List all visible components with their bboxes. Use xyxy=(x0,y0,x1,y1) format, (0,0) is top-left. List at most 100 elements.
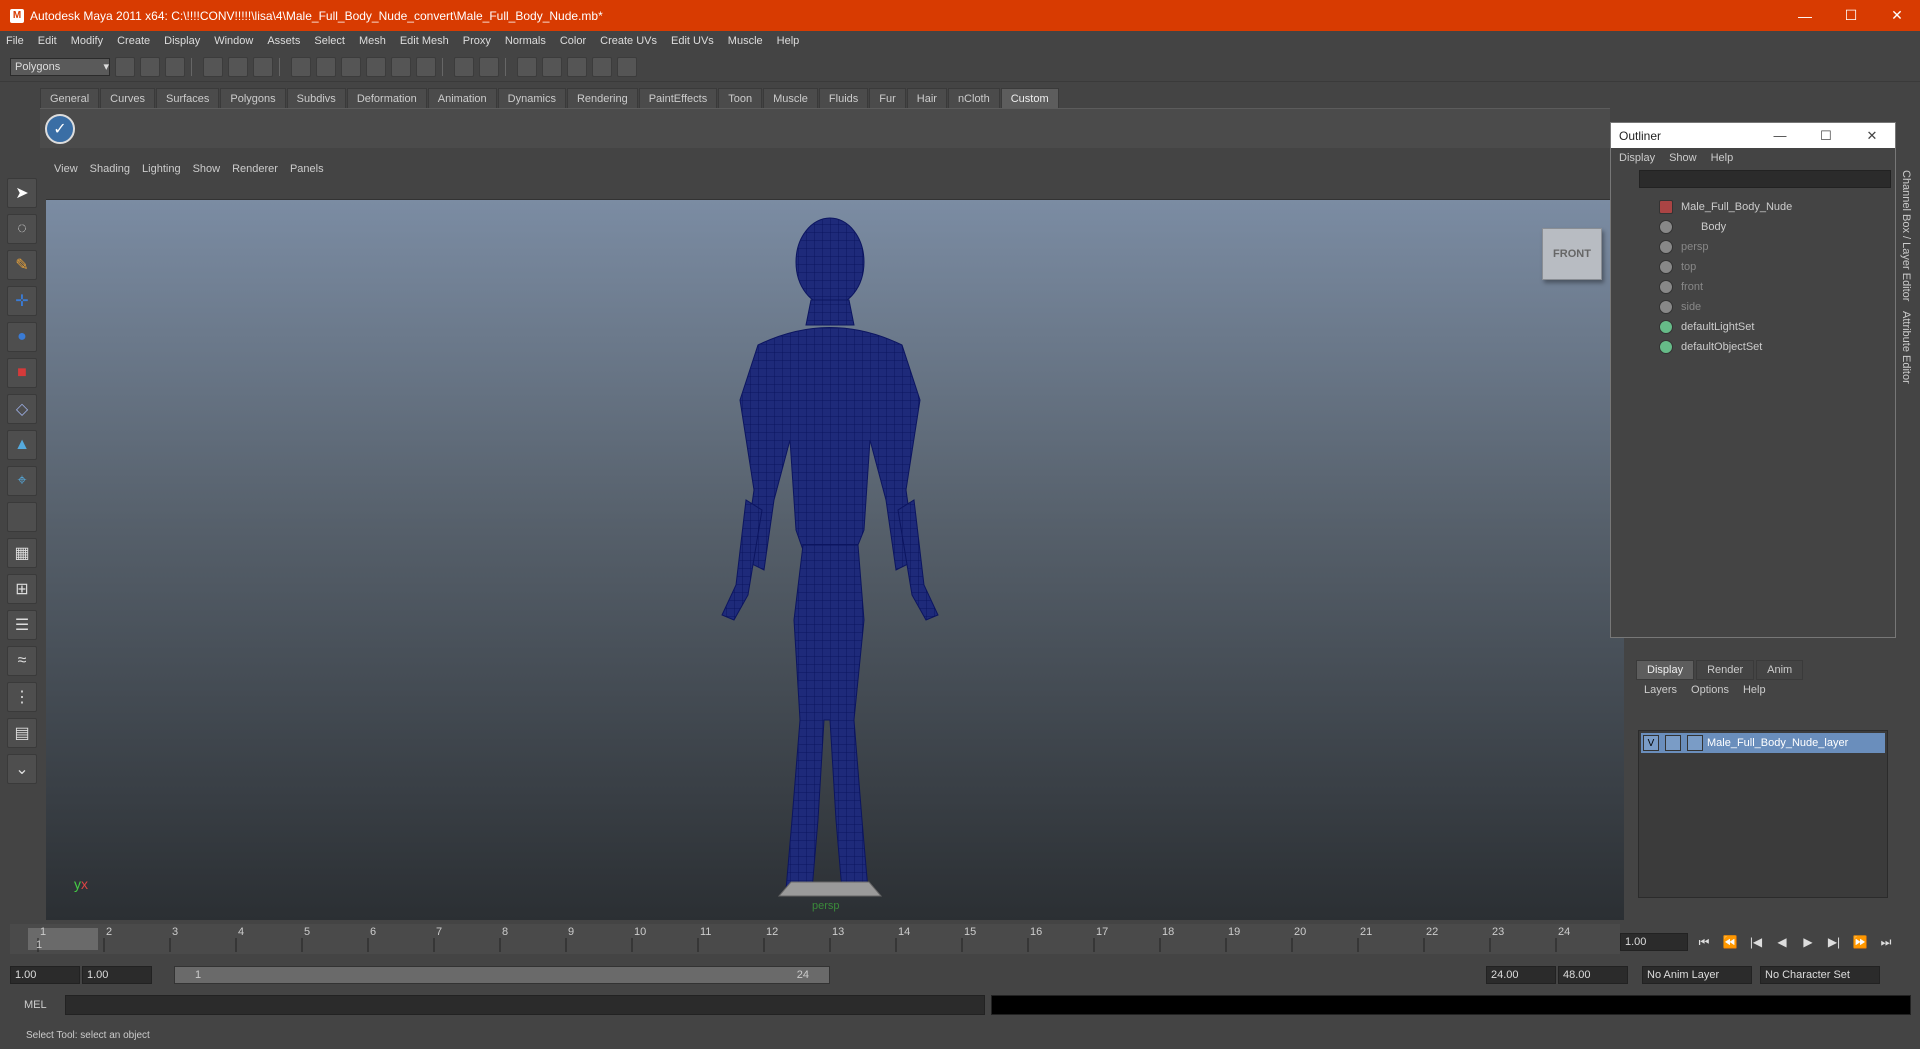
menu-select[interactable]: Select xyxy=(314,35,345,47)
help-icon[interactable] xyxy=(416,56,436,77)
show-manipulator-icon[interactable]: ⌖ xyxy=(7,466,37,496)
viewport-menu-renderer[interactable]: Renderer xyxy=(232,163,278,175)
go-to-end-button[interactable]: ⏭ xyxy=(1876,932,1896,952)
new-scene-icon[interactable] xyxy=(115,56,135,77)
scale-tool-icon[interactable]: ■ xyxy=(7,358,37,388)
go-to-start-button[interactable]: ⏮ xyxy=(1694,932,1714,952)
shelf-tab-painteffects[interactable]: PaintEffects xyxy=(638,88,718,108)
menu-assets[interactable]: Assets xyxy=(267,35,300,47)
outliner-item[interactable]: Male_Full_Body_Nude xyxy=(1615,197,1885,217)
layer-menu-options[interactable]: Options xyxy=(1691,684,1729,696)
layer-menu-help[interactable]: Help xyxy=(1743,684,1766,696)
shelf-tab-fluids[interactable]: Fluids xyxy=(818,88,869,108)
step-back-key-button[interactable]: ⏪ xyxy=(1720,932,1740,952)
move-tool-icon[interactable]: ✛ xyxy=(7,286,37,316)
menu-modify[interactable]: Modify xyxy=(71,35,103,47)
menu-file[interactable]: File xyxy=(6,35,24,47)
extra-layout-icon[interactable]: ▤ xyxy=(7,718,37,748)
shelf-tab-curves[interactable]: Curves xyxy=(100,88,155,108)
snap-grid-icon[interactable] xyxy=(291,56,311,77)
shelf-tab-general[interactable]: General xyxy=(40,88,100,108)
render-view-icon[interactable] xyxy=(617,56,637,77)
mel-label[interactable]: MEL xyxy=(24,999,47,1011)
viewport-menu-show[interactable]: Show xyxy=(193,163,221,175)
menu-display[interactable]: Display xyxy=(164,35,200,47)
outliner-item[interactable]: front xyxy=(1615,277,1885,297)
viewcube[interactable]: FRONT xyxy=(1542,228,1602,280)
outliner-close-button[interactable]: ✕ xyxy=(1849,128,1895,144)
outliner-minimize-button[interactable]: — xyxy=(1757,128,1803,144)
play-backwards-button[interactable]: ◀ xyxy=(1772,932,1792,952)
shelf-tab-hair[interactable]: Hair xyxy=(906,88,947,108)
menu-create-uvs[interactable]: Create UVs xyxy=(600,35,657,47)
open-scene-icon[interactable] xyxy=(140,56,160,77)
outliner-item[interactable]: defaultObjectSet xyxy=(1615,337,1885,357)
history-icon[interactable] xyxy=(479,56,499,77)
shelf-tab-polygons[interactable]: Polygons xyxy=(220,88,286,108)
viewport-menu-view[interactable]: View xyxy=(54,163,78,175)
end-time-field[interactable]: 48.00 xyxy=(1558,966,1628,984)
anim-layer-select[interactable]: No Anim Layer xyxy=(1642,966,1752,984)
snap-point-icon[interactable] xyxy=(341,56,361,77)
layer-row[interactable]: V Male_Full_Body_Nude_layer xyxy=(1641,733,1885,753)
snap-live-icon[interactable] xyxy=(391,56,411,77)
lasso-tool-icon[interactable]: ◌ xyxy=(7,214,37,244)
outliner-menu-help[interactable]: Help xyxy=(1711,152,1734,164)
current-frame-field[interactable]: 1.00 xyxy=(1620,933,1688,951)
menu-edit-uvs[interactable]: Edit UVs xyxy=(671,35,714,47)
shelf-tab-animation[interactable]: Animation xyxy=(427,88,497,108)
outliner-menu-display[interactable]: Display xyxy=(1619,152,1655,164)
hypershade-icon[interactable] xyxy=(592,56,612,77)
outliner-item[interactable]: persp xyxy=(1615,237,1885,257)
mode-selector[interactable]: Polygons ▾ xyxy=(10,57,110,76)
outliner-filter-input[interactable] xyxy=(1639,170,1891,188)
channel-box-tab[interactable]: Channel Box / Layer Editor xyxy=(1900,170,1912,301)
mel-input[interactable] xyxy=(64,995,985,1015)
playback-end-field[interactable]: 24.00 xyxy=(1486,966,1556,984)
playback-start-field[interactable]: 1.00 xyxy=(82,966,152,984)
outliner-layout-icon[interactable]: ☰ xyxy=(7,610,37,640)
outliner-menu-show[interactable]: Show xyxy=(1669,152,1697,164)
start-time-field[interactable]: 1.00 xyxy=(10,966,80,984)
layer-type-toggle[interactable] xyxy=(1665,735,1681,751)
select-by-object-icon[interactable] xyxy=(228,56,248,77)
render-settings-icon[interactable] xyxy=(567,56,587,77)
shelf-tab-rendering[interactable]: Rendering xyxy=(566,88,638,108)
ipr-render-icon[interactable] xyxy=(542,56,562,77)
expand-icon[interactable]: ⌄ xyxy=(7,754,37,784)
character-set-select[interactable]: No Character Set xyxy=(1760,966,1880,984)
render-frame-icon[interactable] xyxy=(517,56,537,77)
layer-visibility-toggle[interactable]: V xyxy=(1643,735,1659,751)
outliner-maximize-button[interactable]: ☐ xyxy=(1803,128,1849,144)
four-pane-layout-icon[interactable]: ⊞ xyxy=(7,574,37,604)
shelf-tab-surfaces[interactable]: Surfaces xyxy=(155,88,220,108)
shelf-tab-subdivs[interactable]: Subdivs xyxy=(286,88,346,108)
menu-proxy[interactable]: Proxy xyxy=(463,35,491,47)
shelf-tab-dynamics[interactable]: Dynamics xyxy=(497,88,566,108)
play-forwards-button[interactable]: ▶ xyxy=(1798,932,1818,952)
manipulator-icon[interactable]: ◇ xyxy=(7,394,37,424)
snap-curve-icon[interactable] xyxy=(316,56,336,77)
shelf-tab-muscle[interactable]: Muscle xyxy=(763,88,818,108)
menu-normals[interactable]: Normals xyxy=(505,35,546,47)
layer-tab-display[interactable]: Display xyxy=(1636,660,1695,680)
minimize-button[interactable]: — xyxy=(1782,0,1828,31)
menu-edit[interactable]: Edit xyxy=(38,35,57,47)
menu-edit-mesh[interactable]: Edit Mesh xyxy=(400,35,449,47)
menu-window[interactable]: Window xyxy=(214,35,253,47)
range-slider[interactable]: 1 24 xyxy=(174,966,830,984)
shelf-tab-custom[interactable]: Custom xyxy=(1000,88,1059,108)
outliner-item[interactable]: side xyxy=(1615,297,1885,317)
single-pane-layout-icon[interactable]: ▦ xyxy=(7,538,37,568)
last-tool-icon[interactable] xyxy=(7,502,37,532)
perspective-viewport[interactable]: FRONT yx persp xyxy=(46,200,1624,920)
outliner-item[interactable]: defaultLightSet xyxy=(1615,317,1885,337)
layer-tab-render[interactable]: Render xyxy=(1696,660,1755,680)
snap-plane-icon[interactable] xyxy=(366,56,386,77)
shelf-tab-toon[interactable]: Toon xyxy=(718,88,763,108)
layer-tab-anim[interactable]: Anim xyxy=(1756,660,1804,680)
maximize-button[interactable]: ☐ xyxy=(1828,0,1874,31)
layer-menu-layers[interactable]: Layers xyxy=(1644,684,1677,696)
menu-help[interactable]: Help xyxy=(777,35,800,47)
step-forward-frame-button[interactable]: ▶| xyxy=(1824,932,1844,952)
